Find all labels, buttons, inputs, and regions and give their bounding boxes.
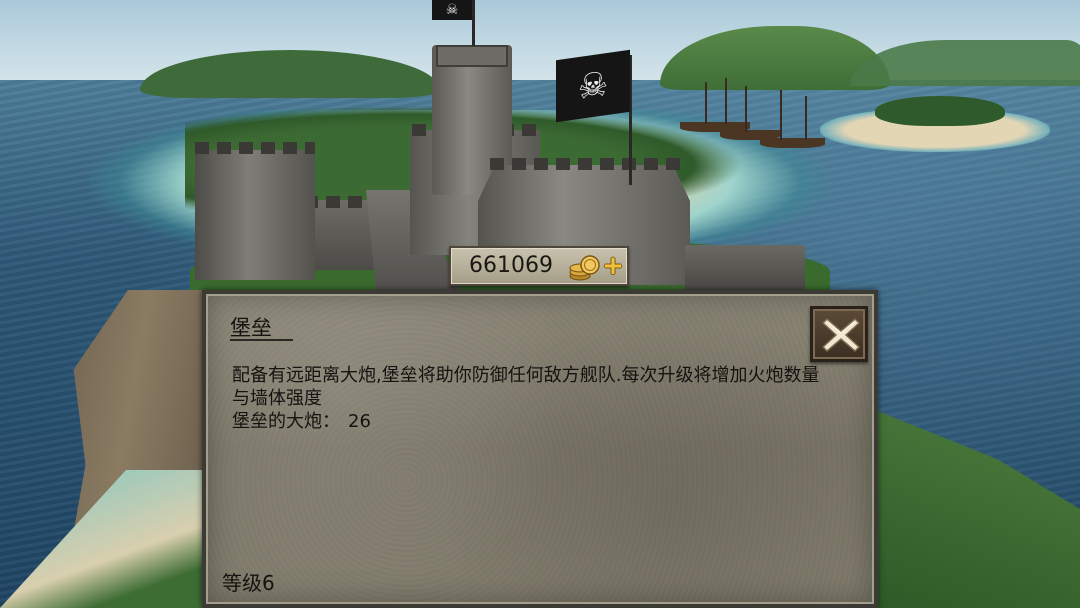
sandbar-palms xyxy=(875,96,1005,126)
tower-left-merlons xyxy=(195,142,315,154)
add-gold-button[interactable]: + xyxy=(601,253,625,279)
gold-counter: 661069 + xyxy=(449,246,629,286)
ship-mast xyxy=(805,96,807,140)
fort-wall-right xyxy=(685,245,805,290)
pirate-flag-bastion: ☠ xyxy=(556,49,630,123)
ship-mast xyxy=(780,90,782,140)
panel-description: 配备有远距离大炮,堡垒将助你防御任何敌方舰队.每次升级将增加火炮数量与墙体强度 xyxy=(232,365,820,409)
ship-mast xyxy=(725,78,727,124)
title-underline xyxy=(230,339,293,341)
panel-title: 堡垒 xyxy=(230,316,272,340)
building-level: 等级6 xyxy=(222,571,275,595)
gold-coins-icon xyxy=(569,252,601,282)
ship-hull xyxy=(760,138,825,148)
gold-amount: 661069 xyxy=(469,253,553,278)
ship-mast xyxy=(705,82,707,124)
close-icon xyxy=(821,317,861,353)
fort-keep-cap xyxy=(436,45,508,67)
close-button[interactable] xyxy=(810,306,868,362)
fort-tower-left xyxy=(195,150,315,280)
cannon-value: 26 xyxy=(348,411,371,432)
pirate-flag-keep: ☠ xyxy=(432,0,472,20)
cannon-stat: 堡垒的大炮： 26 xyxy=(232,410,371,433)
cannon-label: 堡垒的大炮： xyxy=(232,411,340,432)
building-info-panel: 堡垒 配备有远距离大炮,堡垒将助你防御任何敌方舰队.每次升级将增加火炮数量与墙体… xyxy=(202,290,878,608)
ship-mast xyxy=(745,86,747,132)
bastion-merlons xyxy=(490,158,680,170)
flag-pole-keep xyxy=(472,0,475,46)
